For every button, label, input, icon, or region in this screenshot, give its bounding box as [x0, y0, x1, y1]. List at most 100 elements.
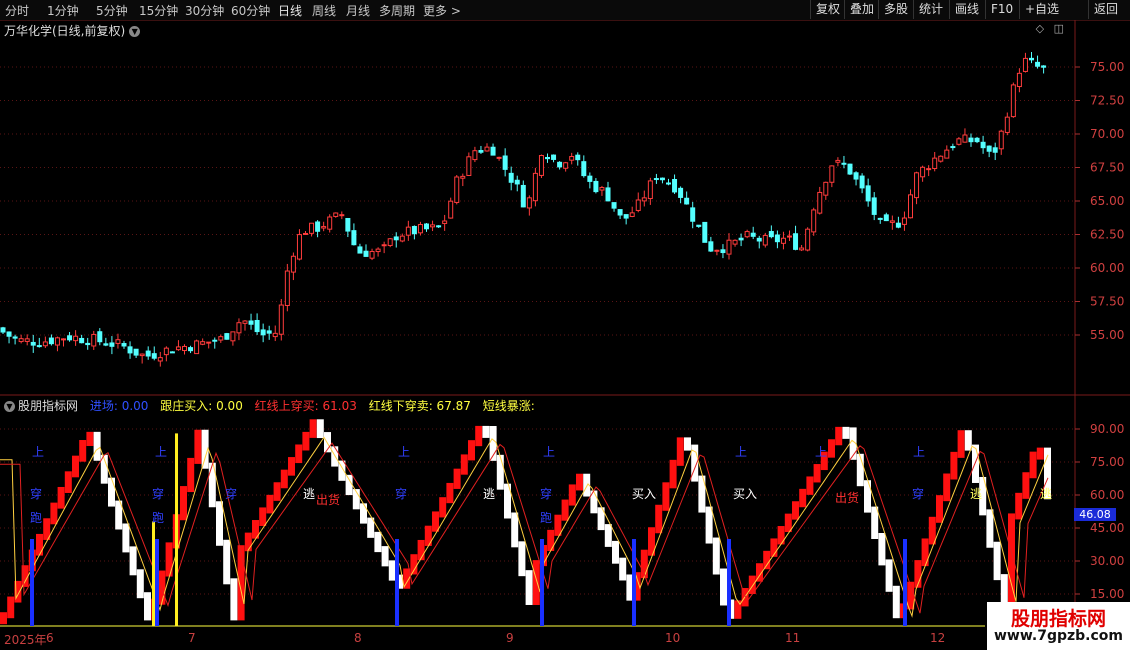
period-tab-more[interactable]: 更多 > [423, 2, 461, 19]
oscillator-bar-down [878, 533, 886, 566]
oscillator-bar-up [460, 454, 468, 475]
candle-body [787, 235, 792, 238]
watermark-logo: 股朋指标网 www.7gpzb.com [987, 602, 1130, 650]
window-toggle-icon[interactable]: ◫ [1054, 22, 1064, 35]
period-tab-5min[interactable]: 5分钟 [96, 2, 128, 19]
signal-label: 上 [815, 445, 827, 459]
oscillator-bar-down [856, 453, 864, 487]
chevron-down-icon[interactable]: ▼ [129, 26, 141, 37]
period-tab-monthly[interactable]: 月线 [346, 2, 370, 19]
multi-stock-button[interactable]: 多股 [878, 0, 913, 19]
oscillator-bar-up [410, 554, 418, 575]
period-tab-15min[interactable]: 15分钟 [139, 2, 178, 19]
candle-body [545, 156, 550, 160]
oscillator-bar-up [295, 444, 303, 464]
candle-body [956, 138, 962, 145]
candle-body [605, 187, 611, 202]
candle-body [375, 248, 381, 253]
indicator-legend: ▼ 股朋指标网 进场: 0.00 跟庄买入: 0.00 红线上穿买: 61.03 … [4, 397, 543, 414]
candle-body [847, 163, 853, 175]
candle-body [877, 217, 883, 220]
period-tab-weekly[interactable]: 周线 [312, 2, 336, 19]
candle-body [436, 225, 442, 228]
oscillator-bar-up [86, 431, 94, 447]
candle-body [339, 214, 345, 217]
candle-body [738, 237, 744, 241]
candle-body [508, 172, 514, 183]
candle-body [133, 348, 139, 356]
candle-body [793, 233, 799, 250]
candle-body [750, 232, 756, 237]
date-label: 9 [506, 631, 514, 645]
candle-body [424, 223, 429, 230]
diamond-icon[interactable]: ◇ [1036, 22, 1044, 35]
y-tick-label: 67.50 [1090, 161, 1124, 175]
candle-body [109, 342, 115, 347]
candle-body [920, 166, 926, 178]
oscillator-bar-down [885, 559, 893, 592]
current-value-tag: 46.08 [1074, 508, 1116, 521]
y-tick-label: 62.50 [1090, 228, 1124, 242]
legend-entry-entry: 进场: 0.00 [89, 399, 149, 413]
oscillator-bar-down [720, 568, 727, 606]
oscillator-bar-up [777, 526, 785, 545]
f10-button[interactable]: F10 [985, 0, 1018, 19]
candle-body [54, 337, 60, 346]
oscillator-bar-up [655, 504, 663, 534]
candle-body [97, 331, 103, 343]
candle-body [859, 175, 865, 189]
back-button[interactable]: 返回 [1088, 0, 1123, 19]
adjust-button[interactable]: 复权 [810, 0, 845, 19]
add-watchlist-button[interactable]: +自选 [1019, 0, 1064, 19]
chart-title-text: 万华化学(日线,前复权) [4, 24, 126, 38]
candle-body [617, 209, 623, 216]
candle-body [151, 353, 157, 359]
candle-body [79, 337, 85, 344]
draw-line-button[interactable]: 画线 [949, 0, 984, 19]
candle-body [635, 199, 641, 211]
overlay-button[interactable]: 叠加 [844, 0, 879, 19]
entry-signal-bar [540, 539, 544, 626]
indicator-chart[interactable]: 90.00 75.00 60.00 45.00 30.00 15.00 上 上 上 上 上 上 上穿 穿 穿… [0, 396, 1130, 629]
oscillator-bar-down [842, 426, 850, 439]
oscillator-bar-down [381, 546, 389, 567]
oscillator-bar-down [864, 480, 871, 513]
candle-body [799, 247, 805, 251]
candle-body [272, 332, 278, 338]
oscillator-bar-up [417, 539, 425, 561]
oscillator-bar-down [122, 523, 130, 553]
candle-body [218, 336, 224, 341]
candle-body [895, 222, 901, 228]
chevron-down-icon[interactable]: ▼ [4, 401, 15, 412]
candle-body [768, 231, 774, 238]
candle-body [230, 331, 236, 342]
signal-label: 出货 [835, 490, 859, 505]
date-label: 12 [930, 631, 946, 645]
candle-body [115, 339, 121, 344]
candlestick-chart[interactable]: 75.00 72.50 70.00 67.50 65.00 62.50 60.00 57.50… [0, 20, 1130, 396]
oscillator-bar-down [388, 560, 396, 581]
oscillator-bar-up [194, 429, 202, 464]
period-tab-timeshare[interactable]: 分时 [5, 2, 29, 19]
oscillator-bar-up [57, 486, 65, 509]
oscillator-bar-up [0, 612, 7, 625]
period-tab-30min[interactable]: 30分钟 [185, 2, 224, 19]
entry-signal-bar [632, 539, 636, 626]
signal-label: 上 [398, 445, 410, 459]
oscillator-bar-down [482, 425, 490, 438]
oscillator-bar-down [374, 531, 382, 553]
period-tab-daily[interactable]: 日线 [278, 2, 302, 19]
candle-body [653, 178, 659, 181]
signal-label: 上 [32, 445, 44, 459]
oscillator-bar-down [316, 419, 324, 439]
oscillator-bar-up [936, 495, 943, 523]
signal-label: 穿 [395, 486, 407, 501]
candle-body [611, 202, 617, 209]
candle-body [290, 255, 296, 273]
period-tab-multi[interactable]: 多周期 [379, 2, 415, 19]
period-tab-60min[interactable]: 60分钟 [231, 2, 270, 19]
y-tick-label: 60.00 [1090, 488, 1124, 502]
statistics-button[interactable]: 统计 [913, 0, 948, 19]
period-tab-1min[interactable]: 1分钟 [47, 2, 79, 19]
candle-body [623, 214, 629, 219]
